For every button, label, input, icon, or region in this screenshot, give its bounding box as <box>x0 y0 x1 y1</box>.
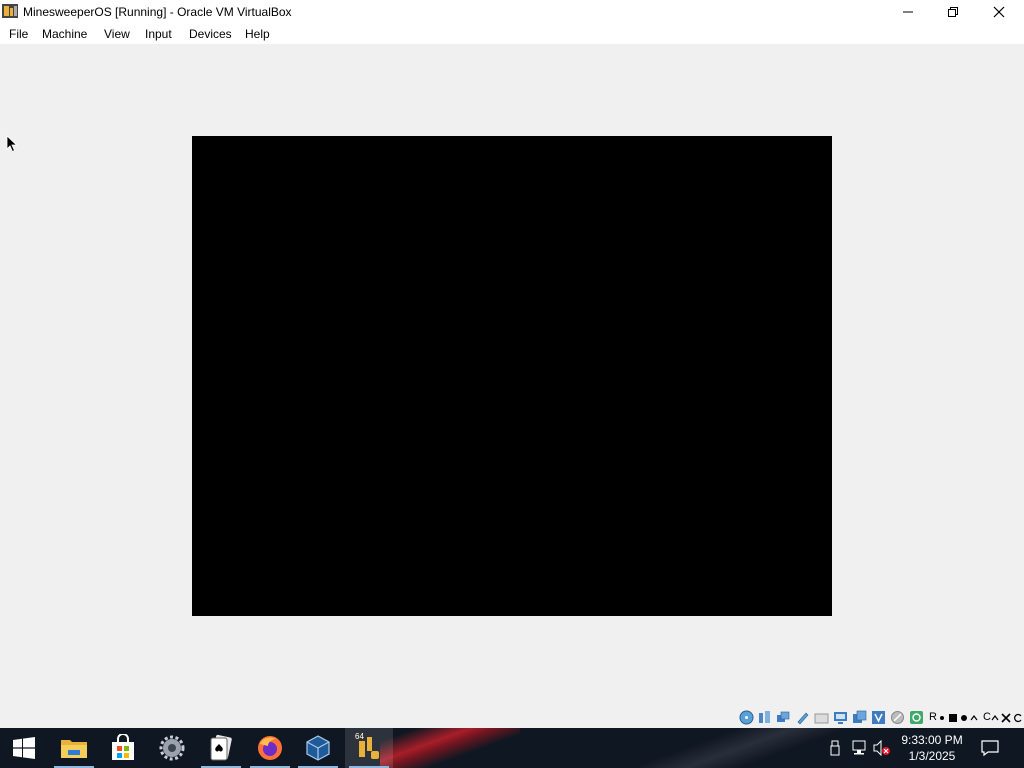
usb-icon[interactable] <box>795 710 810 725</box>
microsoft-store-icon <box>112 734 134 760</box>
window-titlebar[interactable]: MinesweeperOS [Running] - Oracle VM Virt… <box>0 0 1024 24</box>
mouse-pointer-icon <box>6 135 18 153</box>
network-icon[interactable] <box>776 710 791 725</box>
taskbar-solitaire[interactable] <box>197 728 245 768</box>
vm-screen[interactable] <box>192 136 832 616</box>
audio-icon[interactable] <box>757 710 772 725</box>
clock-date: 1/3/2025 <box>908 749 956 763</box>
taskbar-microsoft-store[interactable] <box>99 728 147 768</box>
taskbar-clock[interactable]: 9:33:00 PM 1/3/2025 <box>896 732 968 764</box>
menu-input[interactable]: Input <box>145 27 172 41</box>
taskbar-firefox[interactable] <box>246 728 294 768</box>
notification-icon <box>981 740 999 757</box>
menu-devices[interactable]: Devices <box>189 27 232 41</box>
caret-up-icon-2 <box>991 710 999 725</box>
display-icon[interactable] <box>833 710 848 725</box>
action-center-button[interactable] <box>980 738 1000 758</box>
dot-icon <box>960 710 968 725</box>
taskbar-file-explorer[interactable] <box>50 728 98 768</box>
windows-taskbar: 64 9:33:00 PM 1/3/2025 <box>0 728 1024 768</box>
vm-status-bar: R C <box>0 706 1024 728</box>
keyboard-icon[interactable] <box>909 710 924 725</box>
clock-time: 9:33:00 PM <box>901 733 963 747</box>
virtualbox-vm-icon <box>2 3 18 19</box>
menu-help[interactable]: Help <box>245 27 270 41</box>
recording-icon[interactable] <box>852 710 867 725</box>
start-icon <box>13 737 35 759</box>
arrow-right-icon <box>938 710 946 725</box>
restore-icon <box>948 7 958 17</box>
stop-icon <box>948 710 958 725</box>
usb-tray-icon[interactable] <box>826 739 844 757</box>
volume-muted-icon[interactable] <box>873 739 891 757</box>
file-explorer-icon <box>61 740 87 758</box>
settings-app-icon <box>159 735 185 761</box>
host-key-label: R <box>929 711 937 723</box>
minimize-icon <box>903 11 913 13</box>
start-button[interactable] <box>0 728 48 768</box>
taskbar-virtualbox[interactable] <box>294 728 342 768</box>
menu-file[interactable]: File <box>9 27 28 41</box>
close-icon <box>993 6 1005 18</box>
window-title: MinesweeperOS [Running] - Oracle VM Virt… <box>23 5 292 19</box>
optical-drive-icon[interactable] <box>739 710 754 725</box>
mouse-integration-icon[interactable] <box>890 710 905 725</box>
close-small-icon <box>1001 710 1011 725</box>
virtualbox-icon <box>306 735 330 761</box>
shared-folders-icon[interactable] <box>814 710 829 725</box>
wallpaper-streak-2 <box>640 728 840 768</box>
host-key-label-2: C <box>983 711 991 723</box>
close-button[interactable] <box>976 0 1022 24</box>
refresh-icon <box>1013 710 1023 725</box>
network-tray-icon[interactable] <box>850 739 868 757</box>
restore-button[interactable] <box>930 0 976 24</box>
taskbar-minesweeperos-vm[interactable]: 64 <box>345 728 393 768</box>
menu-view[interactable]: View <box>104 27 130 41</box>
vm-arch-badge: 64 <box>354 732 365 741</box>
caret-up-icon <box>970 710 978 725</box>
firefox-icon <box>258 736 282 760</box>
taskbar-settings-app[interactable] <box>148 728 196 768</box>
minimize-button[interactable] <box>885 0 931 24</box>
vt-x-icon[interactable] <box>871 710 886 725</box>
solitaire-icon <box>210 734 232 761</box>
wallpaper-streak <box>380 728 520 768</box>
menu-machine[interactable]: Machine <box>42 27 87 41</box>
menu-bar: File Machine View Input Devices Help <box>0 24 1024 44</box>
